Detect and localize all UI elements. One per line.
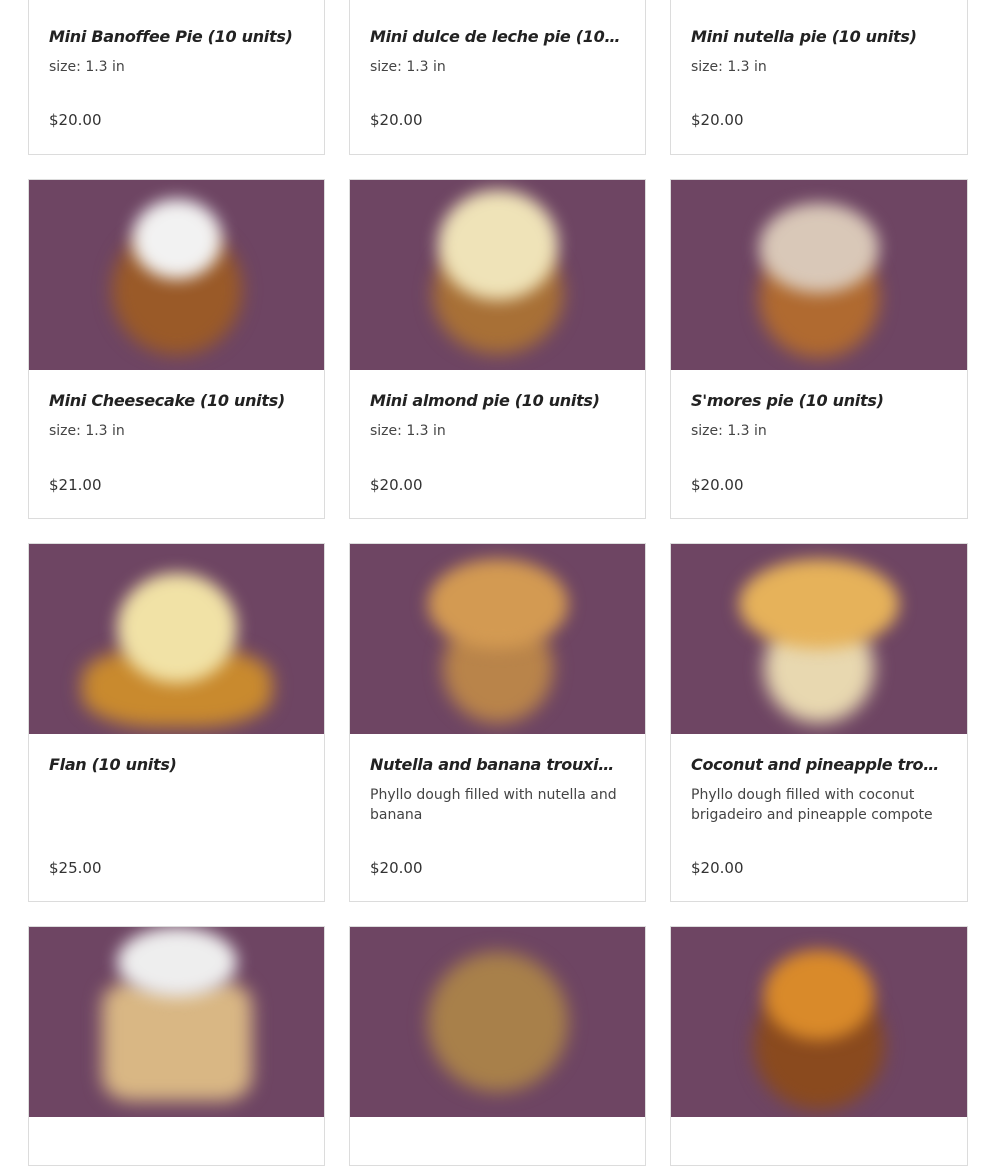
item-description: size: 1.3 in: [691, 59, 767, 75]
menu-item-card[interactable]: Mini nutella pie (10 units) size: 1.3 in…: [670, 0, 968, 155]
item-description: Phyllo dough filled with nutella and ban…: [370, 787, 617, 823]
item-price: $20.00: [691, 111, 744, 129]
item-price: $20.00: [49, 111, 102, 129]
item-title: S'mores pie (10 units): [691, 391, 884, 410]
menu-item-card[interactable]: [349, 926, 646, 1166]
menu-item-card[interactable]: [670, 926, 968, 1166]
item-description: size: 1.3 in: [49, 59, 125, 75]
item-description: size: 1.3 in: [49, 423, 125, 439]
item-description: Phyllo dough filled with coconut brigade…: [691, 787, 933, 823]
item-description: size: 1.3 in: [370, 59, 446, 75]
pastry-photo: [350, 927, 645, 1117]
item-price: $20.00: [370, 859, 423, 877]
trouxinha-photo: [350, 544, 645, 734]
smores-pie-photo: [671, 180, 967, 370]
menu-item-card[interactable]: Coconut and pineapple trouxi… Phyllo dou…: [670, 543, 968, 902]
item-price: $20.00: [691, 476, 744, 494]
menu-item-card[interactable]: Mini Banoffee Pie (10 units) size: 1.3 i…: [28, 0, 325, 155]
item-price: $20.00: [691, 859, 744, 877]
item-description: size: 1.3 in: [691, 423, 767, 439]
item-price: $20.00: [370, 111, 423, 129]
item-price: $25.00: [49, 859, 102, 877]
cupcake-photo: [671, 927, 967, 1117]
cheesecake-photo: [29, 180, 324, 370]
item-price: $21.00: [49, 476, 102, 494]
item-title: Mini Cheesecake (10 units): [49, 391, 285, 410]
menu-item-card[interactable]: S'mores pie (10 units) size: 1.3 in $20.…: [670, 179, 968, 519]
menu-item-card[interactable]: Mini Cheesecake (10 units) size: 1.3 in …: [28, 179, 325, 519]
item-title: Mini Banoffee Pie (10 units): [49, 27, 293, 46]
almond-pie-photo: [350, 180, 645, 370]
pie-slice-photo: [29, 927, 324, 1117]
item-title: Mini dulce de leche pie (10 units): [370, 27, 625, 46]
menu-item-card[interactable]: Flan (10 units) $25.00: [28, 543, 325, 902]
trouxinha-photo: [671, 544, 967, 734]
menu-item-card[interactable]: Nutella and banana trouxinha Phyllo doug…: [349, 543, 646, 902]
item-description: size: 1.3 in: [370, 423, 446, 439]
menu-grid: Mini Banoffee Pie (10 units) size: 1.3 i…: [0, 0, 995, 1166]
item-title: Coconut and pineapple trouxi…: [691, 755, 947, 774]
menu-item-card[interactable]: [28, 926, 325, 1166]
item-title: Nutella and banana trouxinha: [370, 755, 625, 774]
item-title: Flan (10 units): [49, 755, 177, 774]
menu-item-card[interactable]: Mini dulce de leche pie (10 units) size:…: [349, 0, 646, 155]
flan-photo: [29, 544, 324, 734]
item-title: Mini almond pie (10 units): [370, 391, 600, 410]
item-price: $20.00: [370, 476, 423, 494]
item-title: Mini nutella pie (10 units): [691, 27, 917, 46]
menu-item-card[interactable]: Mini almond pie (10 units) size: 1.3 in …: [349, 179, 646, 519]
